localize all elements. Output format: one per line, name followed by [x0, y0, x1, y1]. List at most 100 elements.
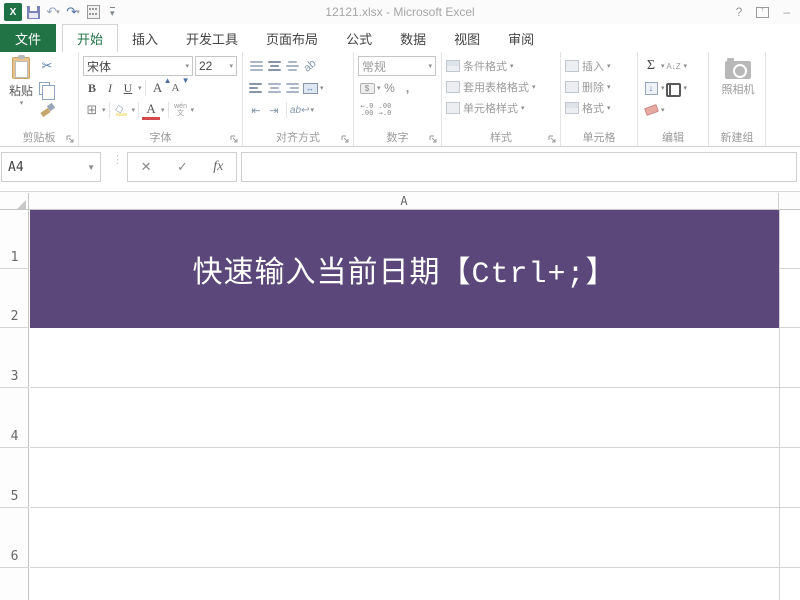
gridline [30, 567, 800, 568]
select-all-button[interactable] [0, 193, 29, 210]
formula-bar-resize-handle[interactable]: ⋮ [112, 157, 123, 164]
tab-file[interactable]: 文件 [0, 24, 56, 52]
increase-font-button[interactable]: A▲ [149, 78, 167, 98]
row-header-5[interactable]: 5 [0, 448, 29, 508]
phonetic-dropdown-icon[interactable]: ▾ [191, 106, 195, 114]
row-header-6[interactable]: 6 [0, 508, 29, 568]
tab-home[interactable]: 开始 [62, 24, 118, 52]
wrap-text-button[interactable]: ab↩ [290, 100, 310, 120]
enter-button[interactable]: ✓ [177, 159, 188, 175]
increase-indent-button[interactable]: ⇥ [265, 100, 283, 120]
format-cells-button[interactable]: 格式▾ [565, 97, 635, 118]
cut-button[interactable]: ✂ [38, 56, 56, 76]
comma-button[interactable]: , [399, 78, 417, 98]
wrap-dropdown-icon[interactable]: ▾ [311, 106, 315, 114]
font-color-button[interactable]: A [142, 100, 160, 120]
row-header-1[interactable]: 1 [0, 210, 29, 269]
sort-dropdown-icon[interactable]: ▾ [684, 62, 688, 70]
font-size-select[interactable]: 22▾ [195, 56, 237, 76]
row-header-4[interactable]: 4 [0, 388, 29, 448]
excel-logo-icon[interactable]: X [4, 2, 22, 22]
conditional-formatting-button[interactable]: 条件格式▾ [446, 55, 558, 76]
number-format-select[interactable]: 常规▾ [358, 56, 436, 76]
styles-dialog-launcher-icon[interactable] [548, 135, 557, 144]
cell-grid[interactable]: 快速输入当前日期【Ctrl+;】 [30, 210, 800, 600]
phonetic-guide-button[interactable]: wén文 [172, 100, 190, 120]
column-header-a[interactable]: A [30, 193, 779, 210]
tab-page-layout[interactable]: 页面布局 [252, 24, 332, 52]
tab-data[interactable]: 数据 [386, 24, 440, 52]
decrease-font-button[interactable]: A▼ [167, 78, 185, 98]
percent-button[interactable]: % [381, 78, 399, 98]
cancel-button[interactable]: ✕ [141, 159, 152, 175]
align-top-button[interactable] [247, 56, 265, 76]
tab-developer[interactable]: 开发工具 [172, 24, 252, 52]
align-right-button[interactable] [283, 78, 301, 98]
underline-button[interactable]: U [119, 78, 137, 98]
autosum-button[interactable]: Σ [642, 56, 660, 76]
name-box-dropdown-icon[interactable]: ▼ [87, 163, 95, 172]
underline-dropdown-icon[interactable]: ▾ [138, 84, 142, 92]
align-left-button[interactable] [247, 78, 265, 98]
name-box[interactable]: A4 ▼ [1, 152, 101, 182]
minimize-button[interactable]: – [783, 5, 790, 19]
borders-button[interactable]: ⊞ [83, 100, 101, 120]
calculator-button[interactable] [84, 2, 102, 22]
merge-center-button[interactable]: ↔ [301, 78, 319, 98]
formula-bar-input[interactable] [241, 152, 797, 182]
fill-color-button[interactable] [113, 100, 131, 120]
cell-styles-button[interactable]: 单元格样式▾ [446, 97, 558, 118]
decrease-decimal-button[interactable]: .00 →.0 [376, 100, 394, 120]
paste-dropdown-icon[interactable]: ▾ [5, 99, 38, 107]
font-dialog-launcher-icon[interactable] [230, 135, 239, 144]
formula-buttons: ✕ ✓ fx [127, 152, 237, 182]
copy-button[interactable]: ▾ [38, 78, 56, 98]
tab-view[interactable]: 视图 [440, 24, 494, 52]
font-color-dropdown-icon[interactable]: ▾ [161, 106, 165, 114]
number-dialog-launcher-icon[interactable] [429, 135, 438, 144]
clear-dropdown-icon[interactable]: ▾ [661, 106, 665, 114]
alignment-dialog-launcher-icon[interactable] [341, 135, 350, 144]
save-button[interactable] [24, 2, 42, 22]
italic-button[interactable]: I [101, 78, 119, 98]
decrease-indent-button[interactable]: ⇤ [247, 100, 265, 120]
help-button[interactable]: ? [736, 5, 743, 19]
accounting-format-button[interactable]: $ [358, 78, 376, 98]
undo-button[interactable]: ↶▾ [44, 2, 62, 22]
paste-button[interactable]: 粘贴 ▾ [4, 55, 38, 107]
find-dropdown-icon[interactable]: ▾ [684, 84, 688, 92]
window-controls: ? – [736, 5, 800, 19]
align-center-button[interactable] [265, 78, 283, 98]
insert-function-button[interactable]: fx [213, 159, 223, 175]
insert-cells-button[interactable]: 插入▾ [565, 55, 635, 76]
align-middle-button[interactable] [265, 56, 283, 76]
tab-formulas[interactable]: 公式 [332, 24, 386, 52]
merge-dropdown-icon[interactable]: ▾ [320, 84, 324, 92]
increase-decimal-button[interactable]: ←.0 .00 [358, 100, 376, 120]
undo-dropdown-icon[interactable]: ▾ [56, 8, 60, 16]
tab-review[interactable]: 审阅 [494, 24, 548, 52]
camera-button[interactable]: 照相机 [713, 61, 763, 97]
banner-cell-a1[interactable]: 快速输入当前日期【Ctrl+;】 [30, 210, 779, 328]
sort-filter-button[interactable]: A↓Z [665, 56, 683, 76]
row-header-2[interactable]: 2 [0, 269, 29, 328]
ribbon-display-options-button[interactable] [756, 7, 769, 18]
delete-cells-button[interactable]: 删除▾ [565, 76, 635, 97]
tab-insert[interactable]: 插入 [118, 24, 172, 52]
bold-button[interactable]: B [83, 78, 101, 98]
format-as-table-button[interactable]: 套用表格格式▾ [446, 76, 558, 97]
clear-button[interactable] [642, 100, 660, 120]
fill-button[interactable]: ↓ [642, 78, 660, 98]
redo-dropdown-icon[interactable]: ▾ [76, 8, 80, 16]
brush-icon [41, 104, 54, 116]
customize-qat-button[interactable]: ▾ [110, 7, 115, 17]
find-select-button[interactable] [665, 78, 683, 98]
row-header-3[interactable]: 3 [0, 328, 29, 388]
borders-dropdown-icon[interactable]: ▾ [102, 106, 106, 114]
fill-color-dropdown-icon[interactable]: ▾ [132, 106, 136, 114]
redo-button[interactable]: ↷▾ [64, 2, 82, 22]
format-painter-button[interactable] [38, 100, 56, 120]
gridline [30, 507, 800, 508]
clipboard-dialog-launcher-icon[interactable] [66, 135, 75, 144]
font-name-select[interactable]: 宋体▾ [83, 56, 193, 76]
